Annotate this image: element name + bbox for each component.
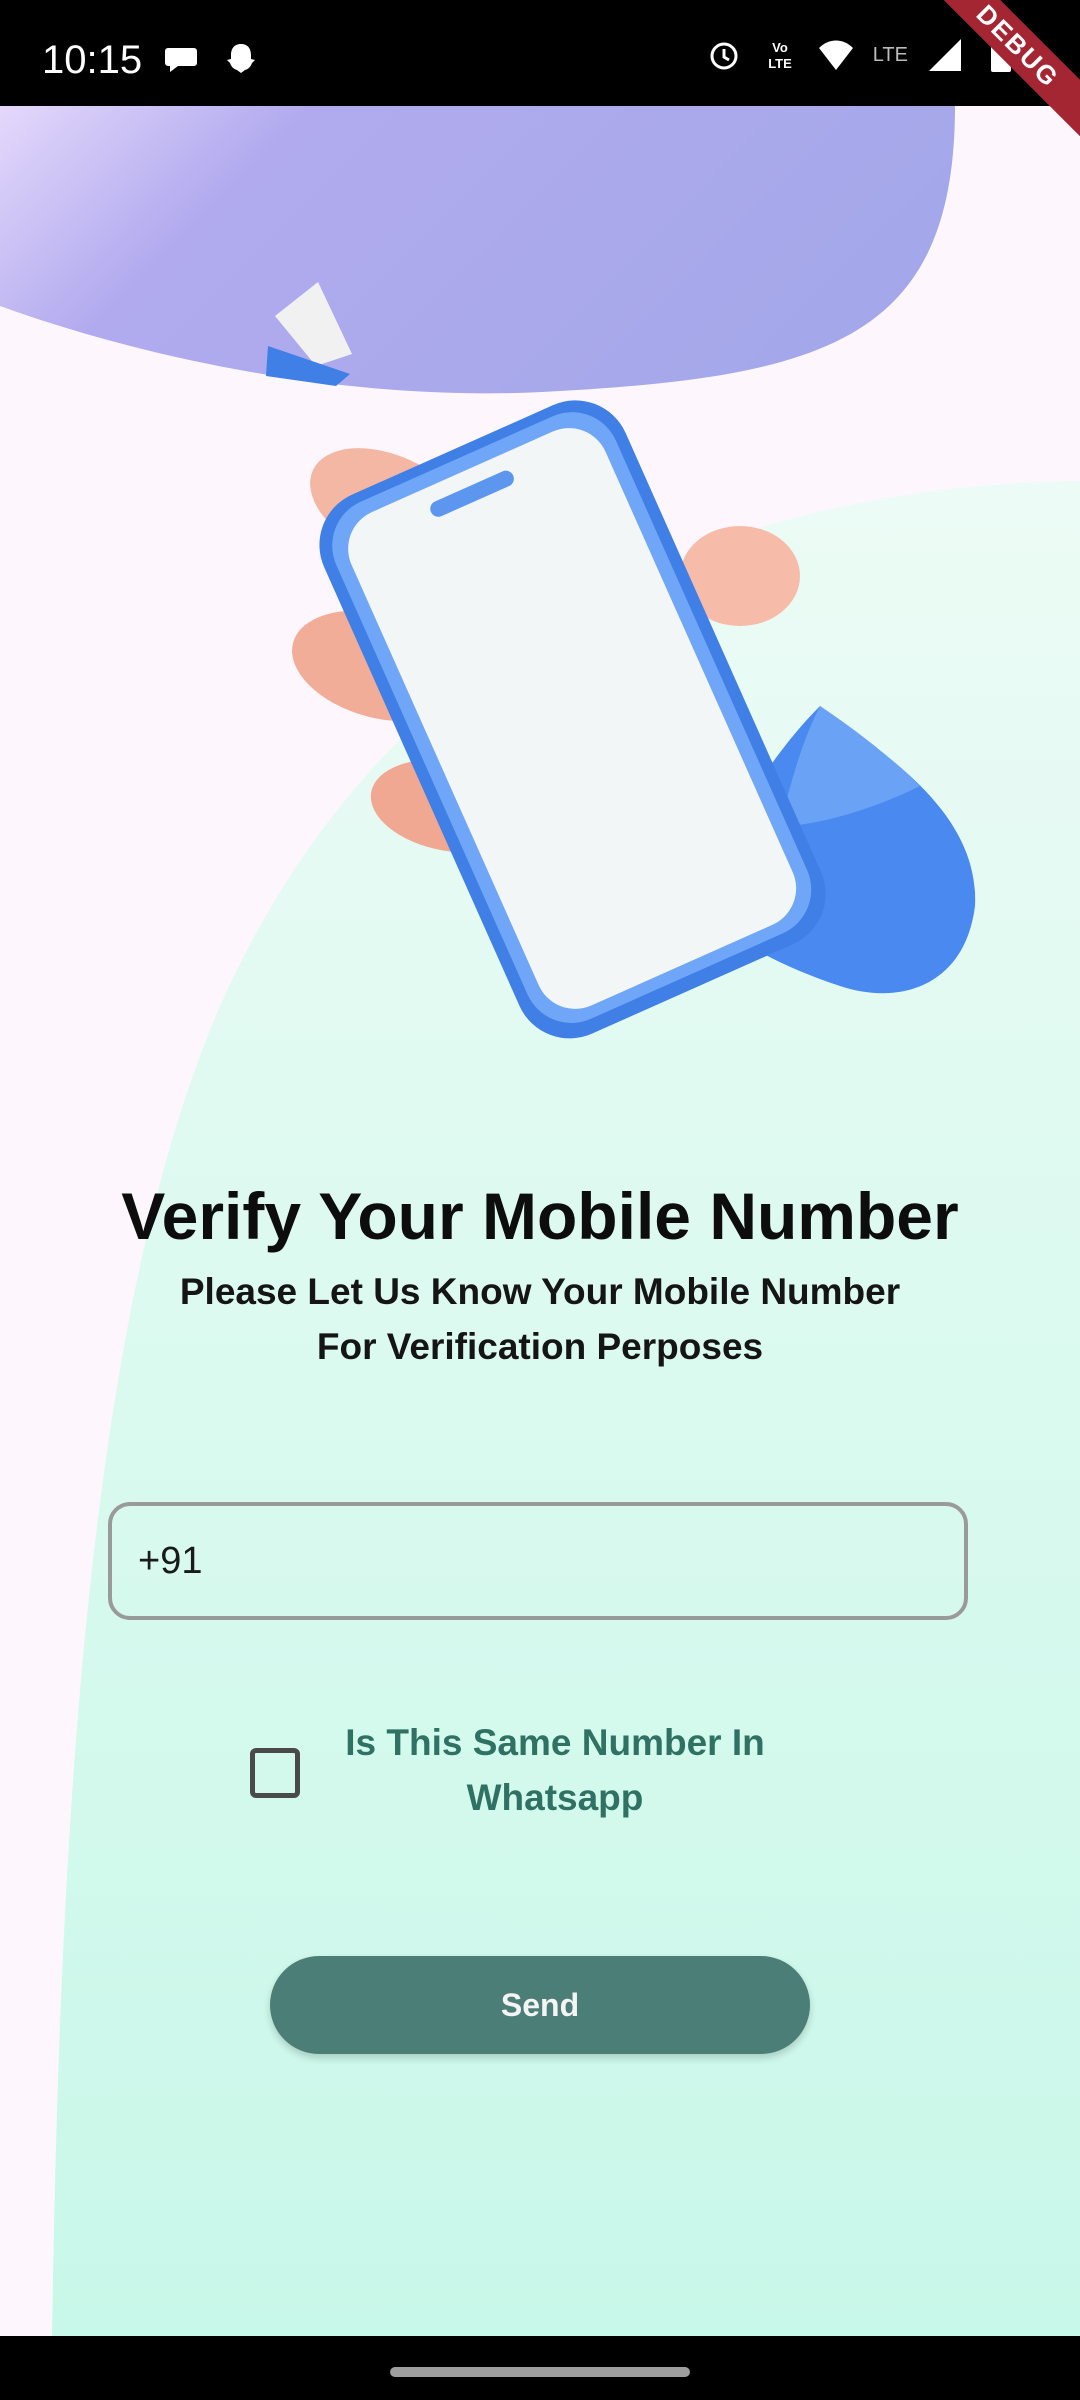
status-time: 10:15 [42, 38, 143, 82]
page-title: Verify Your Mobile Number [121, 1179, 959, 1253]
whatsapp-checkbox[interactable] [250, 1748, 300, 1798]
whatsapp-checkbox-row[interactable]: Is This Same Number In Whatsapp [250, 1710, 850, 1830]
svg-text:Vo: Vo [772, 40, 788, 55]
mobile-number-value: +91 [138, 1539, 203, 1582]
mobile-number-input[interactable]: +91 [108, 1502, 968, 1620]
status-bar: 10:15 Vo LTE LTE DEBUG [0, 0, 1080, 145]
alarm-icon [705, 36, 743, 74]
home-gesture-handle[interactable] [390, 2367, 690, 2377]
snapchat-ghost-icon [222, 40, 260, 78]
svg-text:LTE: LTE [768, 56, 792, 71]
subtitle-line-2: For Verification Perposes [316, 1326, 764, 1367]
volte-icon: Vo LTE [761, 36, 799, 74]
whatsapp-label-line-1: Is This Same Number In [345, 1722, 765, 1763]
lte-label: LTE [872, 43, 908, 66]
send-button[interactable]: Send [270, 1956, 810, 2054]
lte-signal-icon [926, 36, 964, 74]
wifi-icon [817, 36, 855, 74]
hand-holding-phone-illustration [266, 282, 976, 1039]
whatsapp-checkbox-label: Is This Same Number In Whatsapp [340, 1715, 770, 1825]
subtitle-line-1: Please Let Us Know Your Mobile Number [179, 1271, 901, 1312]
whatsapp-label-line-2: Whatsapp [466, 1777, 644, 1818]
page-subtitle: Please Let Us Know Your Mobile Number Fo… [140, 1264, 940, 1374]
chat-bubble-icon [162, 40, 200, 78]
send-button-label: Send [500, 1986, 580, 2023]
